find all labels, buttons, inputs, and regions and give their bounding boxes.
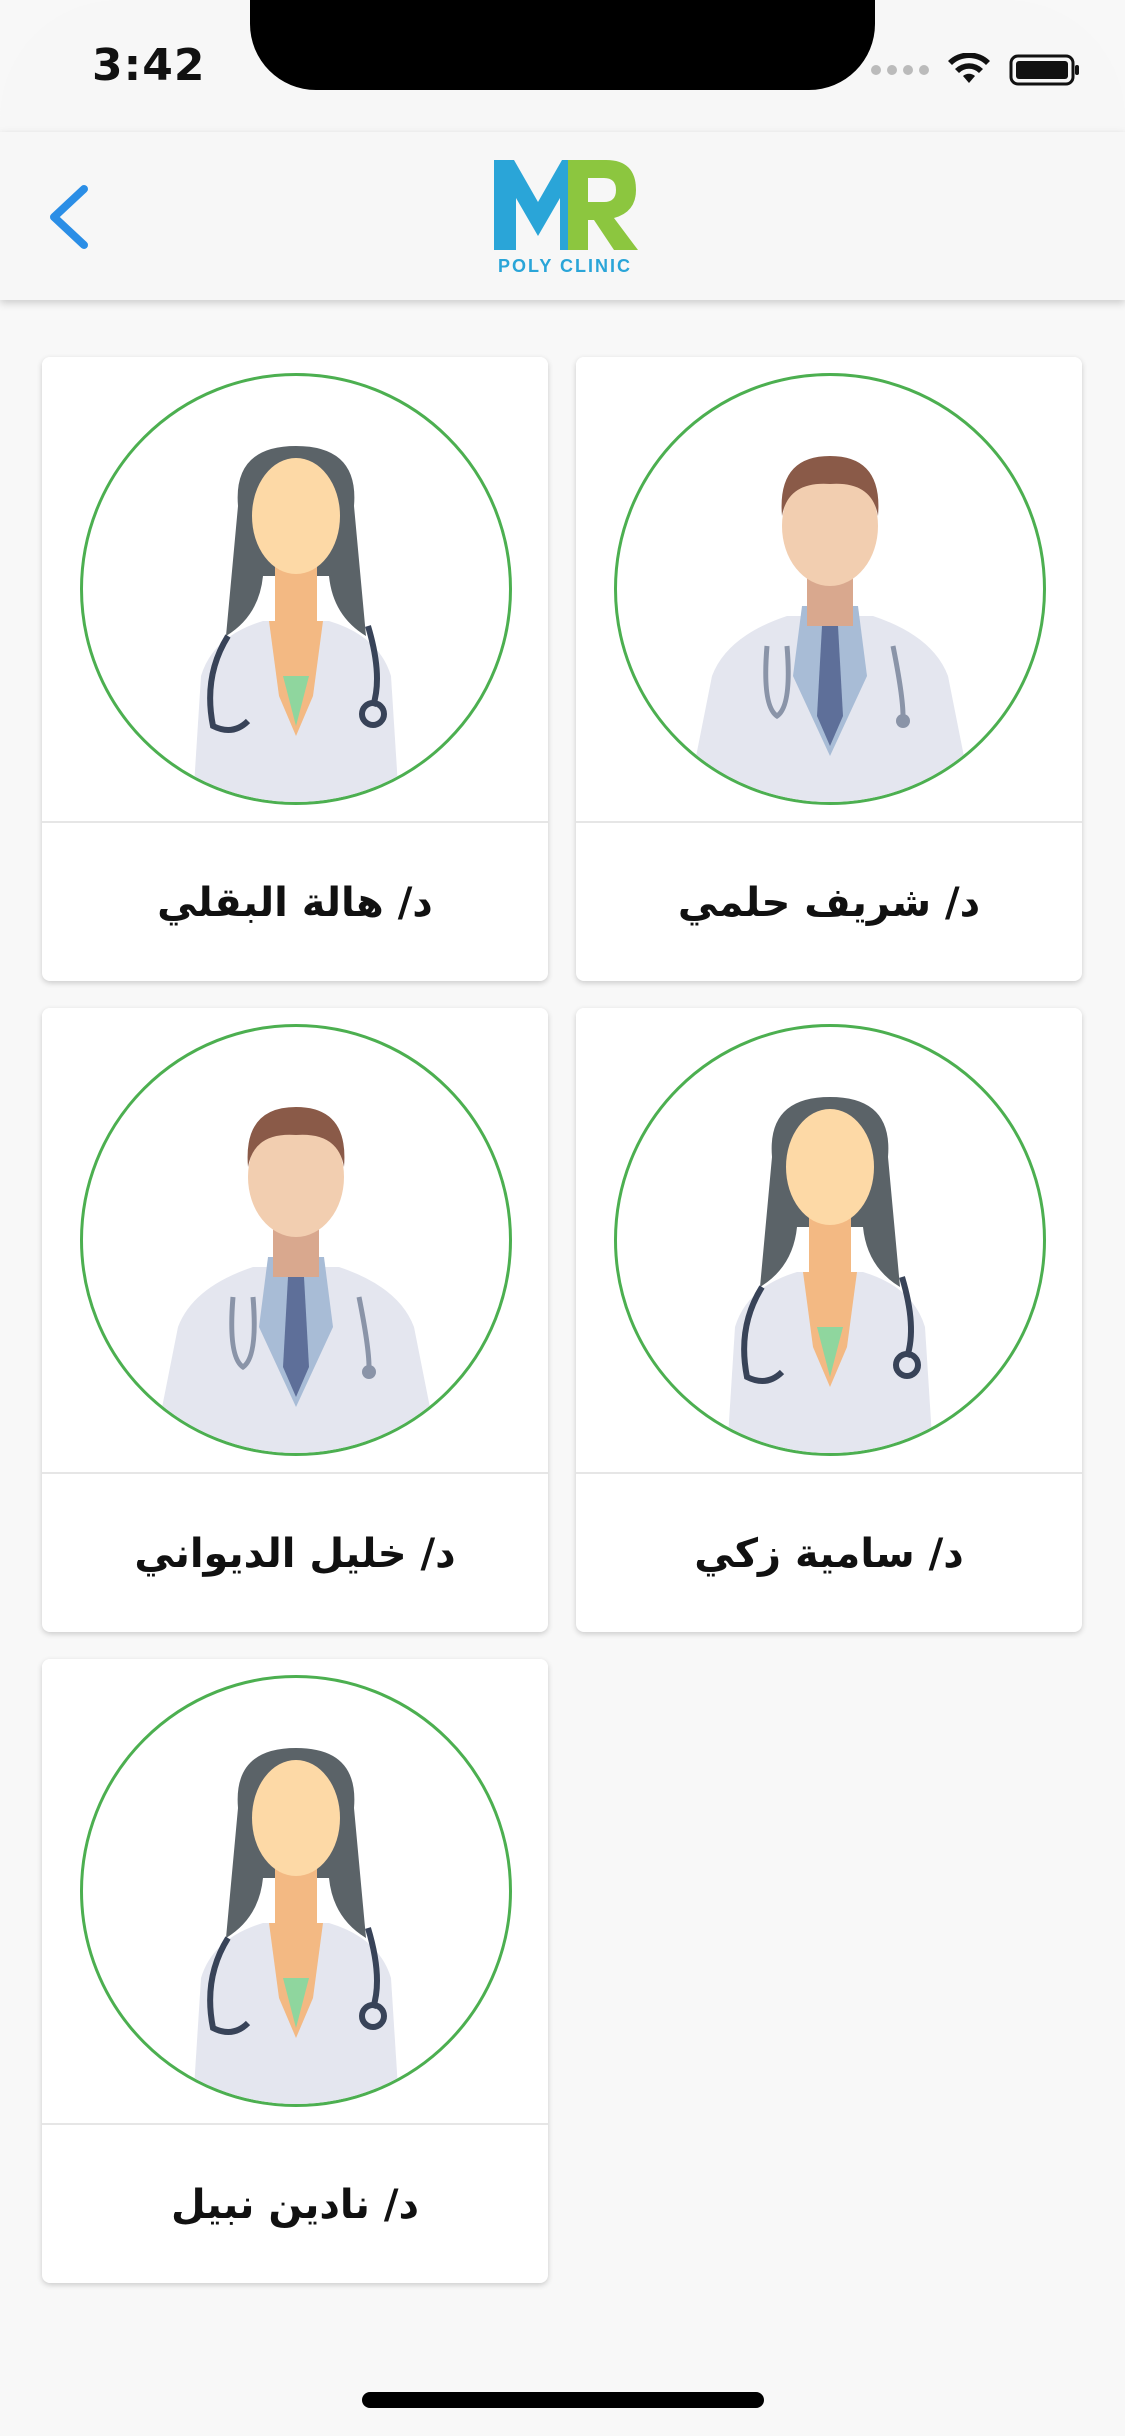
battery-icon — [1009, 54, 1079, 86]
female-doctor-icon — [727, 1097, 933, 1453]
doctor-card[interactable]: د/ نادين نبيل — [42, 1659, 548, 2283]
doctor-card[interactable]: د/ سامية زكي — [576, 1008, 1082, 1632]
chevron-left-icon — [50, 185, 88, 249]
logo-subtitle: POLY CLINIC — [497, 256, 633, 276]
app-screen: 3:42 POLY CLINIC د/ شريف حلمي د/ هالة ال… — [0, 0, 1125, 2436]
male-doctor-icon — [687, 456, 973, 802]
logo-mark-icon — [494, 160, 638, 250]
avatar — [614, 373, 1046, 805]
cellular-signal-icon — [871, 65, 929, 75]
status-time: 3:42 — [92, 40, 206, 91]
doctor-card[interactable]: د/ شريف حلمي — [576, 357, 1082, 981]
status-icons — [871, 48, 1081, 92]
doctor-photo-area — [576, 357, 1082, 823]
doctor-photo-area — [42, 1659, 548, 2125]
status-bar: 3:42 — [0, 0, 1125, 132]
doctor-name: د/ سامية زكي — [694, 1531, 964, 1577]
device-notch — [250, 0, 875, 90]
female-doctor-icon — [193, 446, 399, 802]
avatar — [614, 1024, 1046, 1456]
doctor-photo-area — [42, 357, 548, 823]
avatar — [80, 373, 512, 805]
doctor-name: د/ هالة البقلي — [157, 880, 433, 926]
avatar — [80, 1024, 512, 1456]
doctor-name: د/ خليل الديواني — [134, 1531, 456, 1577]
doctor-photo-area — [576, 1008, 1082, 1474]
male-doctor-icon — [153, 1107, 439, 1453]
back-button[interactable] — [40, 177, 100, 257]
clinic-logo: POLY CLINIC — [490, 152, 640, 282]
navigation-bar: POLY CLINIC — [0, 132, 1125, 300]
home-indicator[interactable] — [362, 2392, 764, 2408]
doctor-name: د/ شريف حلمي — [677, 880, 981, 926]
doctor-photo-area — [42, 1008, 548, 1474]
doctor-card[interactable]: د/ خليل الديواني — [42, 1008, 548, 1632]
doctor-name: د/ نادين نبيل — [171, 2182, 419, 2228]
avatar — [80, 1675, 512, 2107]
female-doctor-icon — [193, 1748, 399, 2104]
doctor-card[interactable]: د/ هالة البقلي — [42, 357, 548, 981]
wifi-icon — [948, 53, 990, 83]
